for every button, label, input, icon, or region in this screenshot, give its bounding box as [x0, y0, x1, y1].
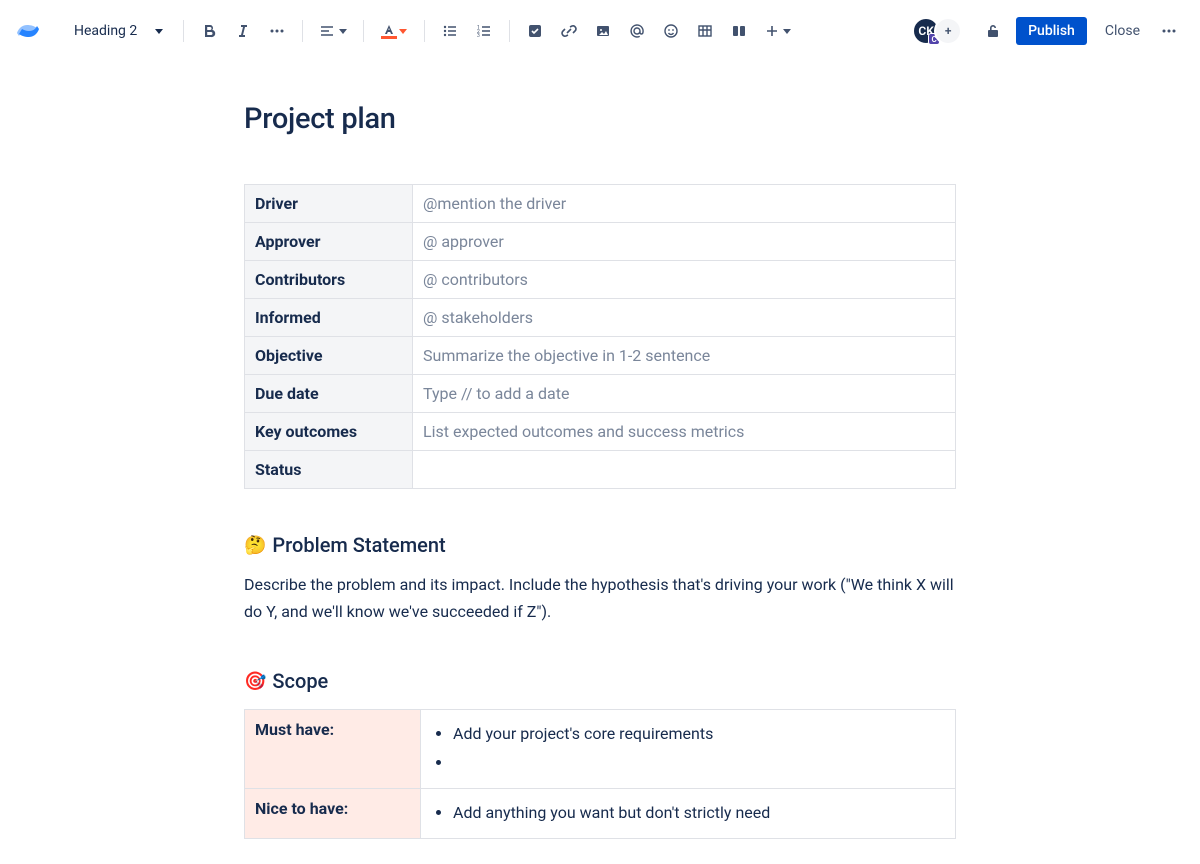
- table-button[interactable]: [690, 16, 720, 46]
- meta-value[interactable]: @ stakeholders: [413, 299, 956, 337]
- table-row: Due dateType // to add a date: [245, 375, 956, 413]
- thinking-emoji: 🤔: [244, 535, 266, 556]
- scope-table[interactable]: Must have: Add your project's core requir…: [244, 709, 956, 838]
- text-color-dropdown[interactable]: [374, 16, 414, 46]
- action-item-button[interactable]: [520, 16, 550, 46]
- table-row: Driver@mention the driver: [245, 185, 956, 223]
- meta-value[interactable]: @ approver: [413, 223, 956, 261]
- meta-label[interactable]: Objective: [245, 337, 413, 375]
- meta-value[interactable]: Type // to add a date: [413, 375, 956, 413]
- list-item[interactable]: Add anything you want but don't strictly…: [453, 799, 945, 828]
- chevron-down-icon: [399, 29, 407, 34]
- numbered-list-button[interactable]: 123: [469, 16, 499, 46]
- alignment-dropdown[interactable]: [313, 16, 353, 46]
- plus-icon: +: [945, 24, 952, 38]
- meta-value[interactable]: @mention the driver: [413, 185, 956, 223]
- toolbar-separator: [363, 20, 364, 42]
- scope-value[interactable]: Add your project's core requirements: [421, 710, 956, 789]
- meta-value[interactable]: [413, 451, 956, 489]
- link-button[interactable]: [554, 16, 584, 46]
- table-row: ObjectiveSummarize the objective in 1-2 …: [245, 337, 956, 375]
- heading-text: Scope: [272, 669, 328, 693]
- meta-label[interactable]: Status: [245, 451, 413, 489]
- table-row: Status: [245, 451, 956, 489]
- meta-value[interactable]: List expected outcomes and success metri…: [413, 413, 956, 451]
- list-item[interactable]: [453, 749, 945, 778]
- bold-button[interactable]: [194, 16, 224, 46]
- table-row: Nice to have: Add anything you want but d…: [245, 788, 956, 838]
- bullet-list-button[interactable]: [435, 16, 465, 46]
- invite-button[interactable]: +: [934, 17, 962, 45]
- scope-label[interactable]: Must have:: [245, 710, 421, 789]
- problem-statement-heading[interactable]: 🤔 Problem Statement: [244, 533, 956, 557]
- table-row: Informed@ stakeholders: [245, 299, 956, 337]
- document-body[interactable]: Project plan Driver@mention the driverAp…: [244, 62, 956, 839]
- layouts-button[interactable]: [724, 16, 754, 46]
- meta-value[interactable]: @ contributors: [413, 261, 956, 299]
- svg-text:3: 3: [477, 33, 480, 39]
- meta-label[interactable]: Approver: [245, 223, 413, 261]
- editor-toolbar: Heading 2 123: [0, 0, 1200, 62]
- collaborator-avatars: CK C +: [912, 17, 962, 45]
- page-title[interactable]: Project plan: [244, 102, 956, 136]
- confluence-logo: [16, 19, 40, 43]
- meta-label[interactable]: Due date: [245, 375, 413, 413]
- heading-text: Problem Statement: [272, 533, 445, 557]
- table-row: Approver@ approver: [245, 223, 956, 261]
- scope-heading[interactable]: 🎯 Scope: [244, 669, 956, 693]
- chevron-down-icon: [339, 29, 347, 34]
- image-button[interactable]: [588, 16, 618, 46]
- toolbar-separator: [302, 20, 303, 42]
- restrictions-button[interactable]: [978, 16, 1008, 46]
- more-formatting-button[interactable]: [262, 16, 292, 46]
- chevron-down-icon: [155, 29, 163, 34]
- text-style-label: Heading 2: [74, 23, 137, 39]
- meta-label[interactable]: Informed: [245, 299, 413, 337]
- close-button[interactable]: Close: [1095, 17, 1150, 45]
- table-row: Must have: Add your project's core requir…: [245, 710, 956, 789]
- table-row: Key outcomesList expected outcomes and s…: [245, 413, 956, 451]
- toolbar-separator: [183, 20, 184, 42]
- publish-button[interactable]: Publish: [1016, 17, 1087, 45]
- problem-statement-body[interactable]: Describe the problem and its impact. Inc…: [244, 571, 956, 625]
- toolbar-separator: [424, 20, 425, 42]
- meta-table[interactable]: Driver@mention the driverApprover@ appro…: [244, 184, 956, 489]
- chevron-down-icon: [783, 29, 791, 34]
- emoji-button[interactable]: [656, 16, 686, 46]
- italic-button[interactable]: [228, 16, 258, 46]
- meta-label[interactable]: Contributors: [245, 261, 413, 299]
- target-emoji: 🎯: [244, 671, 266, 692]
- meta-label[interactable]: Driver: [245, 185, 413, 223]
- meta-value[interactable]: Summarize the objective in 1-2 sentence: [413, 337, 956, 375]
- toolbar-separator: [509, 20, 510, 42]
- table-row: Contributors@ contributors: [245, 261, 956, 299]
- more-actions-button[interactable]: [1154, 16, 1184, 46]
- scope-value[interactable]: Add anything you want but don't strictly…: [421, 788, 956, 838]
- mention-button[interactable]: [622, 16, 652, 46]
- meta-label[interactable]: Key outcomes: [245, 413, 413, 451]
- scope-label[interactable]: Nice to have:: [245, 788, 421, 838]
- insert-dropdown[interactable]: [758, 16, 798, 46]
- list-item[interactable]: Add your project's core requirements: [453, 720, 945, 749]
- text-style-dropdown[interactable]: Heading 2: [64, 17, 173, 45]
